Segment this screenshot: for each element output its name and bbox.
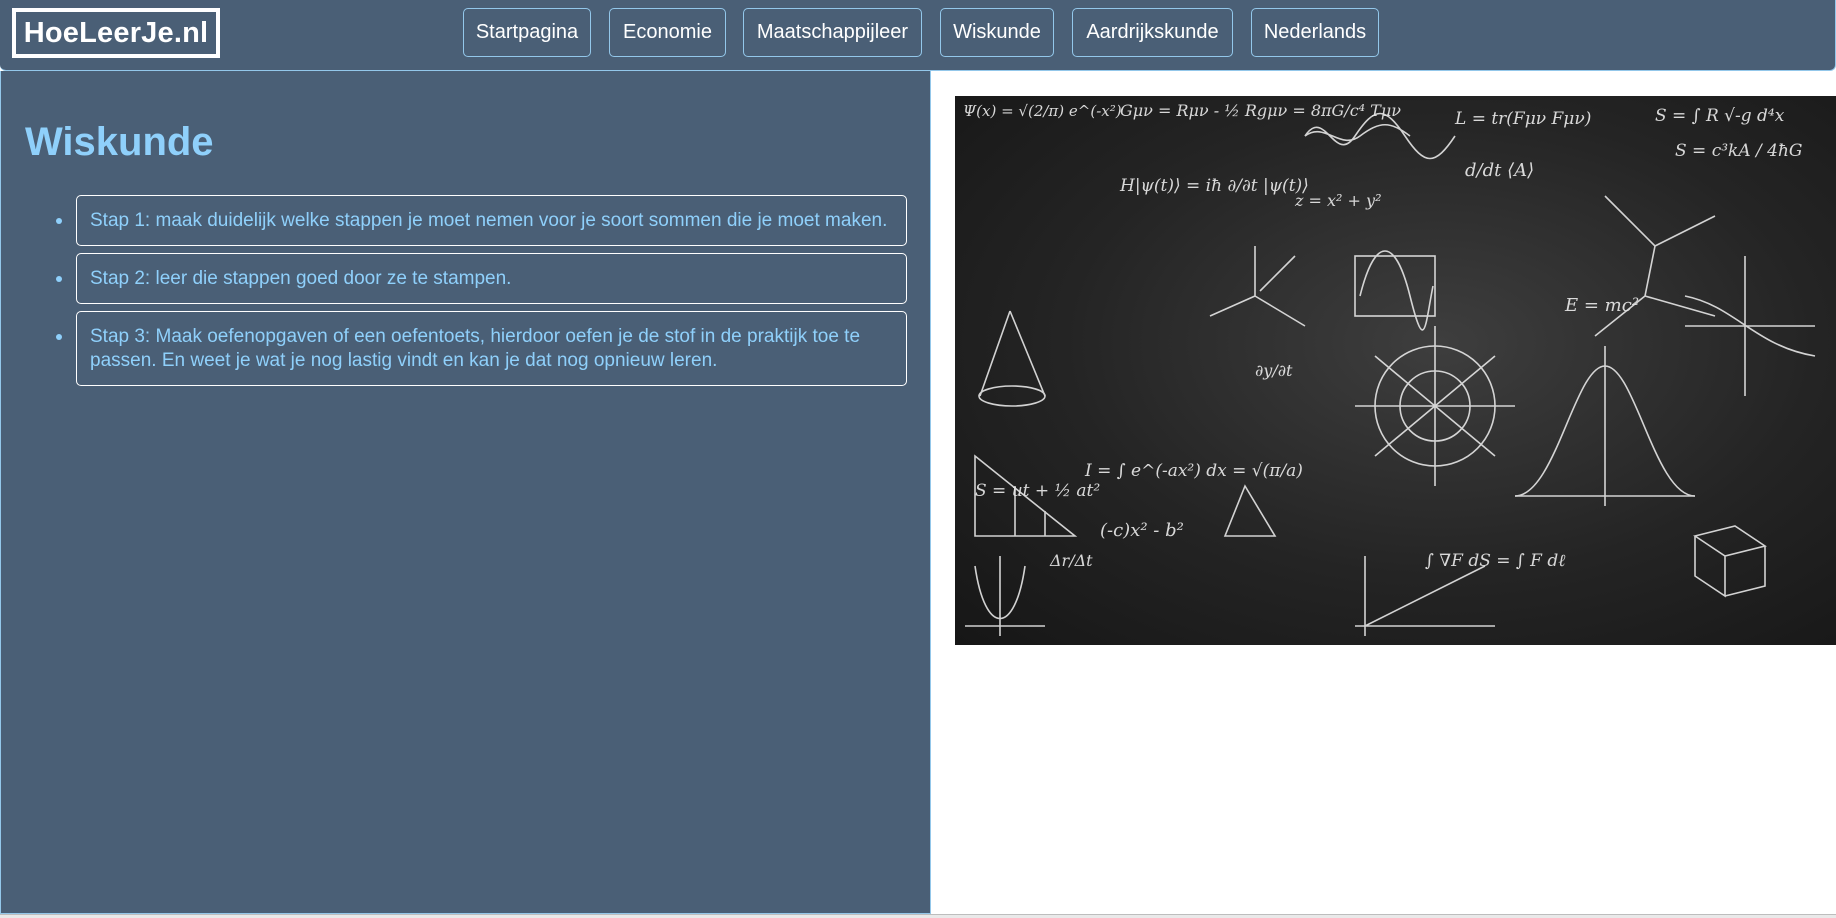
step-text: Stap 3: Maak oefenopgaven of een oefento… bbox=[90, 326, 861, 371]
main-nav: Startpagina Economie Maatschappijleer Wi… bbox=[0, 8, 1836, 58]
step-item: Stap 3: Maak oefenopgaven of een oefento… bbox=[56, 311, 907, 386]
step-item: Stap 2: leer die stappen goed door ze te… bbox=[56, 253, 907, 304]
chalk-formula: (-c)x² - b² bbox=[1100, 520, 1184, 541]
bullet-icon bbox=[56, 276, 62, 282]
nav-item-startpagina[interactable]: Startpagina bbox=[463, 8, 591, 57]
chalk-formula: ∫ ∇F dS = ∫ F dℓ bbox=[1425, 551, 1565, 571]
site-header: HoeLeerJe.nl Startpagina Economie Maatsc… bbox=[0, 0, 1836, 71]
step-item: Stap 1: maak duidelijk welke stappen je … bbox=[56, 195, 907, 246]
page-title: Wiskunde bbox=[25, 120, 214, 164]
chalk-formula: Ψ(x) = √(2/π) e^(-x²) bbox=[963, 102, 1122, 120]
chalk-formula: ∂y/∂t bbox=[1255, 361, 1293, 380]
formula-layer: Ψ(x) = √(2/π) e^(-x²)Gμν = Rμν - ½ Rgμν … bbox=[963, 101, 1803, 571]
chalk-formula: I = ∫ e^(-ax²) dx = √(π/a) bbox=[1084, 461, 1303, 481]
chalk-formula: Gμν = Rμν - ½ Rgμν = 8πG/c⁴ Tμν bbox=[1120, 101, 1401, 120]
nav-item-wiskunde[interactable]: Wiskunde bbox=[940, 8, 1054, 57]
chalk-formula: d/dt ⟨A⟩ bbox=[1465, 160, 1534, 181]
chalk-formula: E = mc² bbox=[1564, 295, 1639, 316]
horizontal-scrollbar[interactable] bbox=[0, 914, 1836, 918]
steps-list: Stap 1: maak duidelijk welke stappen je … bbox=[56, 195, 907, 393]
chalk-formula: L = tr(Fμν Fμν) bbox=[1454, 109, 1591, 129]
chalk-formula: S = ∫ R √-g d⁴x bbox=[1655, 106, 1785, 126]
step-text: Stap 1: maak duidelijk welke stappen je … bbox=[90, 210, 888, 231]
chalk-formula: z = x² + y² bbox=[1294, 191, 1381, 210]
step-text: Stap 2: leer die stappen goed door ze te… bbox=[90, 268, 512, 289]
chalkboard-drawing: Ψ(x) = √(2/π) e^(-x²)Gμν = Rμν - ½ Rgμν … bbox=[963, 101, 1816, 636]
chalk-formula: S = c³kA / 4ħG bbox=[1675, 141, 1803, 161]
chalk-formula: S = ut + ½ at² bbox=[975, 481, 1100, 501]
nav-item-nederlands[interactable]: Nederlands bbox=[1251, 8, 1379, 57]
bullet-icon bbox=[56, 218, 62, 224]
nav-item-maatschappijleer[interactable]: Maatschappijleer bbox=[743, 8, 922, 57]
nav-item-aardrijkskunde[interactable]: Aardrijkskunde bbox=[1072, 8, 1233, 57]
bullet-icon bbox=[56, 334, 62, 340]
chalk-formula: H|ψ(t)⟩ = iħ ∂/∂t |ψ(t)⟩ bbox=[1119, 176, 1309, 196]
chalkboard-image: Ψ(x) = √(2/π) e^(-x²) Gμν = Rμν - ½ Rgμν … bbox=[955, 96, 1836, 645]
nav-item-economie[interactable]: Economie bbox=[609, 8, 726, 57]
content-panel: Wiskunde Stap 1: maak duidelijk welke st… bbox=[0, 71, 931, 914]
chalk-formula: Δr/Δt bbox=[1049, 551, 1093, 570]
